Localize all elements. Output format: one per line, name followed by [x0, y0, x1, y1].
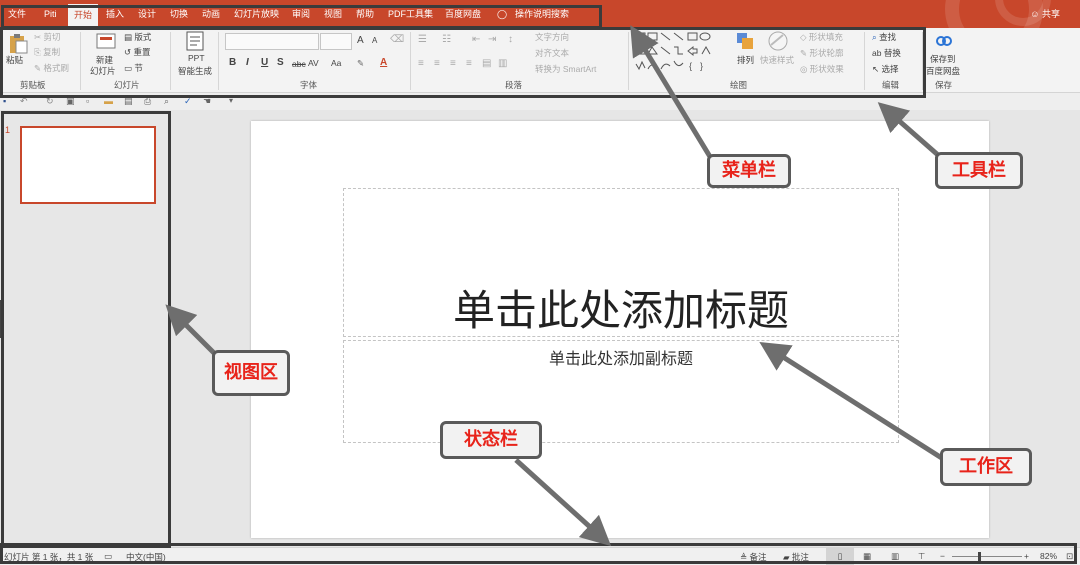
annotation-arrows: [165, 25, 950, 547]
viewarea-callout: 视图区: [212, 350, 290, 396]
statusbar-callout: 状态栏: [440, 421, 542, 459]
toolbar-callout: 工具栏: [935, 152, 1023, 189]
menubar-callout: 菜单栏: [707, 154, 791, 188]
workarea-callout: 工作区: [940, 448, 1032, 486]
